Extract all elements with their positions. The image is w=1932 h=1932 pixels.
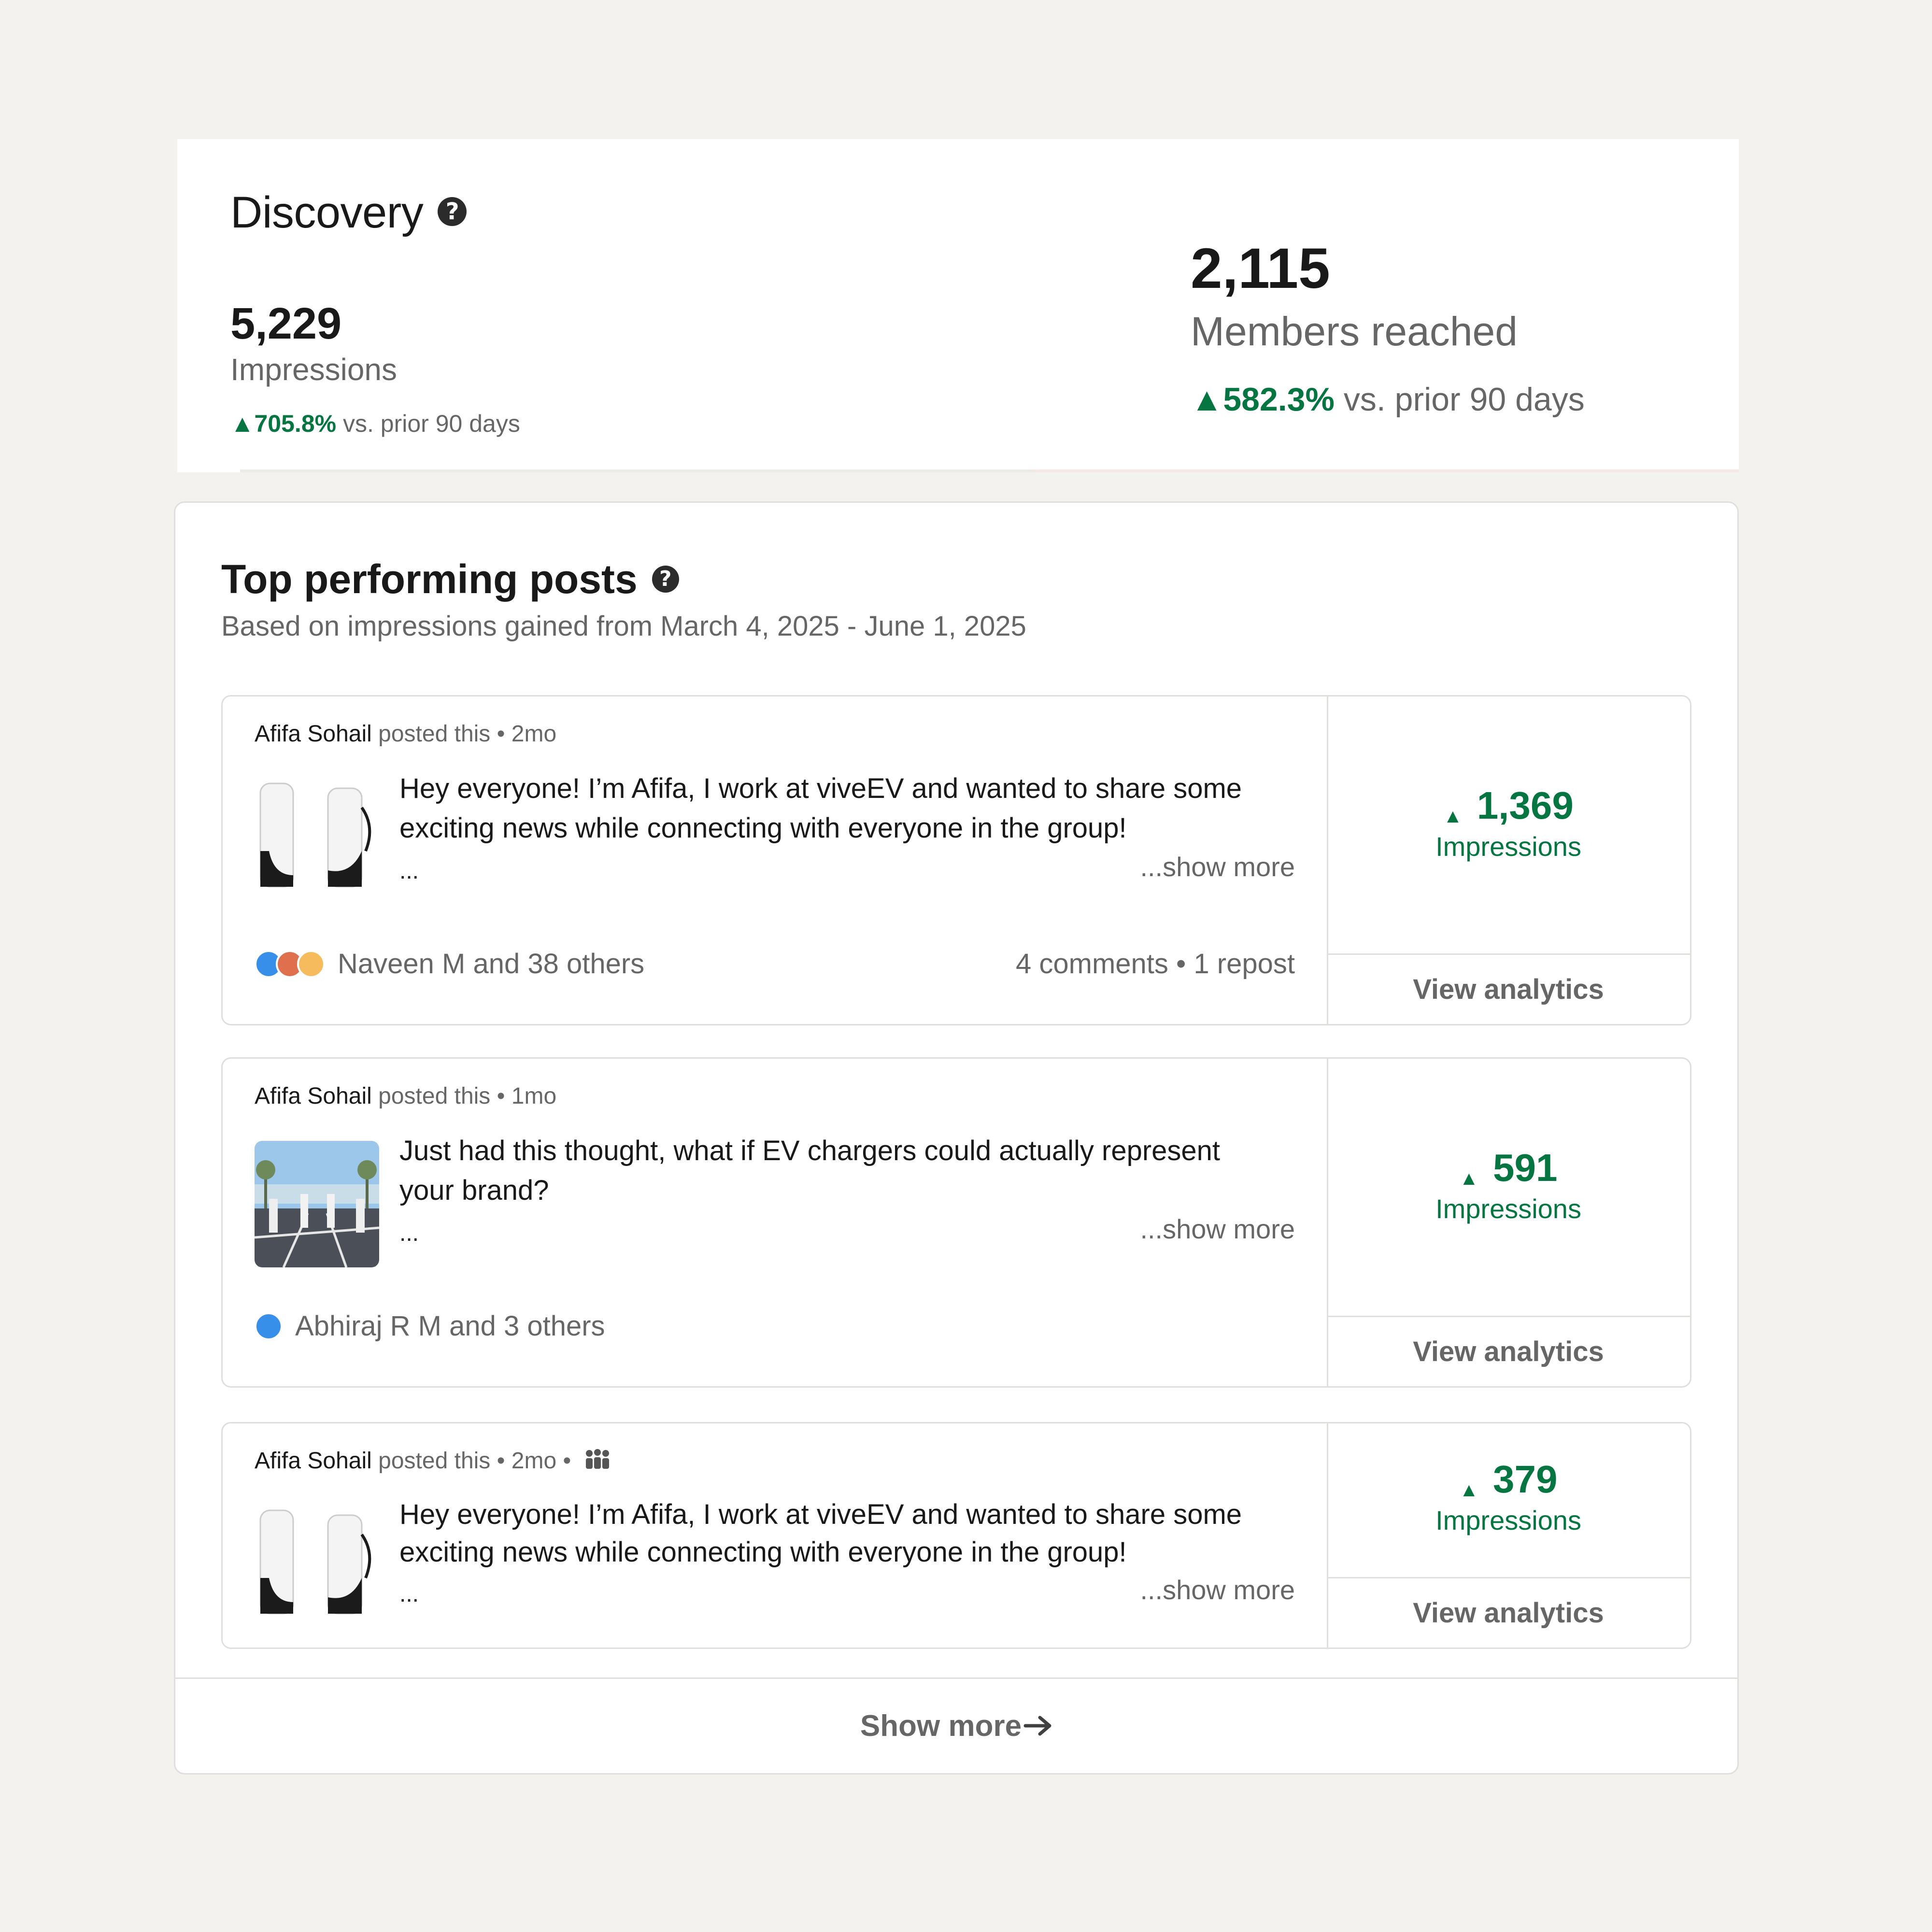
impressions-label: Impressions — [230, 352, 397, 387]
post-meta: Afifa Sohail posted this • 2mo — [255, 721, 556, 747]
discovery-card: Discovery? 5,229 Impressions ▲705.8% vs.… — [177, 139, 1739, 472]
post-reactions[interactable]: Naveen M and 38 others — [255, 948, 644, 980]
post-stats: ▲ 1,369 Impressions View analytics — [1327, 696, 1690, 1024]
insightful-reaction-icon — [297, 950, 325, 978]
post-text: Just had this thought, what if EV charge… — [399, 1135, 1221, 1206]
members-reached-label: Members reached — [1191, 309, 1518, 354]
top-posts-title: Top performing posts? — [221, 556, 679, 603]
post-ellipsis: ... — [399, 1221, 419, 1246]
divider — [240, 469, 1032, 472]
post-impressions-value: 591 — [1493, 1146, 1558, 1189]
post-impressions: ▲ 1,369 Impressions — [1327, 783, 1690, 862]
post-ellipsis: ... — [399, 858, 419, 884]
post-impressions-label: Impressions — [1435, 1193, 1581, 1224]
post-posted-time: posted this • 2mo — [371, 721, 557, 747]
view-analytics-button[interactable]: View analytics — [1327, 1316, 1690, 1386]
discovery-title: Discovery? — [230, 187, 467, 238]
post-meta: Afifa Sohail posted this • 1mo — [255, 1083, 556, 1109]
up-arrow-icon: ▲ — [1459, 1168, 1479, 1190]
post-author[interactable]: Afifa Sohail — [255, 1448, 372, 1474]
top-posts-title-text: Top performing posts — [221, 556, 638, 602]
post-counts[interactable]: 4 comments • 1 repost — [1016, 948, 1295, 980]
help-icon[interactable]: ? — [438, 197, 467, 226]
post-thumbnail[interactable] — [255, 1506, 379, 1632]
post-posted-time: posted this • 2mo • — [371, 1448, 571, 1474]
post-reactions[interactable]: Abhiraj R M and 3 others — [255, 1310, 605, 1342]
like-reaction-icon — [255, 1312, 283, 1340]
post-impressions: ▲ 591 Impressions — [1327, 1146, 1690, 1224]
top-posts-subtitle: Based on impressions gained from March 4… — [221, 611, 1026, 642]
post-card: Afifa Sohail posted this • 2mo Hey every… — [221, 695, 1691, 1025]
up-arrow-icon: ▲ — [230, 410, 255, 437]
show-more-link[interactable]: ...show more — [1140, 851, 1295, 882]
impressions-comparison: vs. prior 90 days — [343, 410, 520, 437]
post-stats: ▲ 379 Impressions View analytics — [1327, 1423, 1690, 1648]
post-text: Hey everyone! I’m Afifa, I work at viveE… — [399, 1499, 1242, 1568]
arrow-right-icon — [1023, 1681, 1052, 1775]
post-ellipsis: ... — [399, 1581, 419, 1607]
post-impressions-value: 1,369 — [1477, 784, 1574, 827]
up-arrow-icon: ▲ — [1459, 1479, 1479, 1501]
impressions-change: ▲705.8% vs. prior 90 days — [230, 410, 520, 438]
reactions-summary: Abhiraj R M and 3 others — [295, 1310, 605, 1342]
post-card: Afifa Sohail posted this • 1mo Just had … — [221, 1057, 1691, 1388]
post-posted-time: posted this • 1mo — [371, 1083, 557, 1109]
impressions-value: 5,229 — [230, 299, 342, 348]
top-posts-card: Top performing posts? Based on impressio… — [174, 501, 1739, 1775]
post-author[interactable]: Afifa Sohail — [255, 721, 372, 747]
group-audience-icon — [584, 1449, 611, 1476]
post-impressions-label: Impressions — [1435, 831, 1581, 862]
post-text: Hey everyone! I’m Afifa, I work at viveE… — [399, 773, 1242, 844]
show-more-link[interactable]: ...show more — [1140, 1574, 1295, 1605]
up-arrow-icon: ▲ — [1443, 806, 1463, 827]
post-thumbnail[interactable] — [255, 1141, 379, 1267]
post-card: Afifa Sohail posted this • 2mo • Hey eve… — [221, 1422, 1691, 1649]
members-change: ▲582.3% vs. prior 90 days — [1191, 381, 1585, 418]
view-analytics-button[interactable]: View analytics — [1327, 1577, 1690, 1648]
divider — [1032, 469, 1739, 472]
post-stats: ▲ 591 Impressions View analytics — [1327, 1059, 1690, 1386]
post-impressions: ▲ 379 Impressions — [1327, 1457, 1690, 1536]
show-more-button[interactable]: Show more — [175, 1677, 1737, 1773]
post-content[interactable]: Afifa Sohail posted this • 2mo • Hey eve… — [223, 1423, 1328, 1648]
show-more-label: Show more — [860, 1709, 1022, 1743]
members-comparison: vs. prior 90 days — [1343, 381, 1585, 418]
post-impressions-value: 379 — [1493, 1458, 1558, 1501]
post-author[interactable]: Afifa Sohail — [255, 1083, 372, 1109]
post-content[interactable]: Afifa Sohail posted this • 1mo Just had … — [223, 1059, 1328, 1386]
post-impressions-label: Impressions — [1435, 1505, 1581, 1535]
members-reached-value: 2,115 — [1191, 237, 1330, 300]
view-analytics-button[interactable]: View analytics — [1327, 953, 1690, 1024]
up-arrow-icon: ▲ — [1191, 381, 1223, 418]
impressions-change-percent: 705.8% — [254, 410, 337, 437]
help-icon[interactable]: ? — [652, 565, 679, 593]
show-more-link[interactable]: ...show more — [1140, 1213, 1295, 1245]
post-content[interactable]: Afifa Sohail posted this • 2mo Hey every… — [223, 696, 1328, 1024]
reactions-summary: Naveen M and 38 others — [338, 948, 645, 980]
post-thumbnail[interactable] — [255, 779, 379, 905]
post-meta: Afifa Sohail posted this • 2mo • — [255, 1448, 611, 1476]
discovery-title-text: Discovery — [230, 188, 424, 237]
members-change-percent: 582.3% — [1223, 381, 1335, 418]
